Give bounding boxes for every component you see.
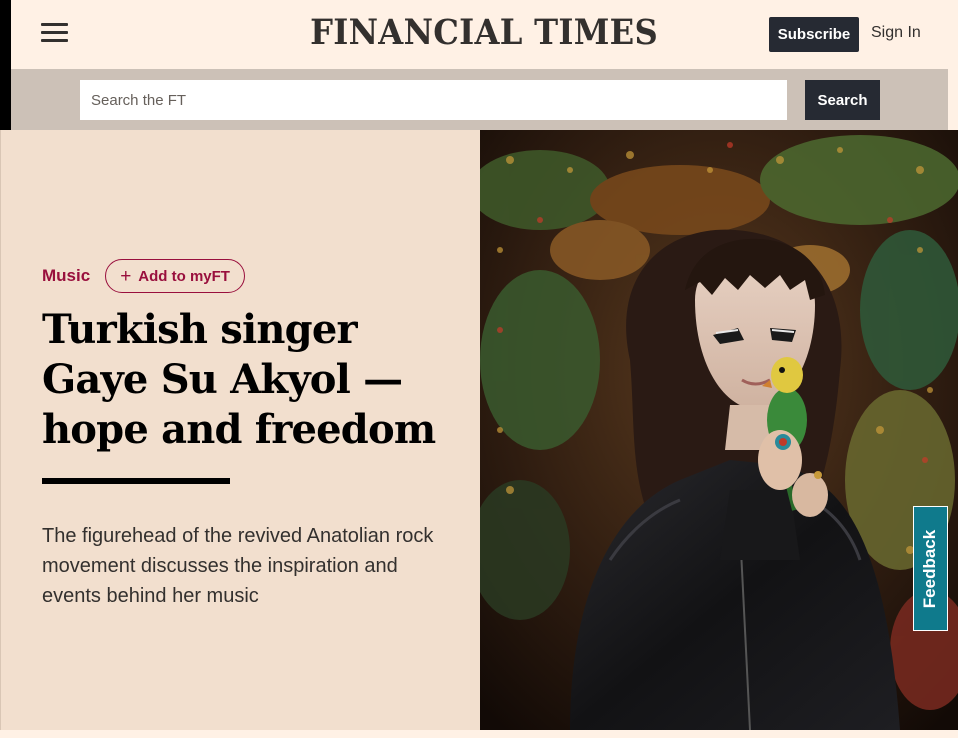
headline-rule: [42, 478, 230, 484]
topic-link-music[interactable]: Music: [42, 266, 90, 286]
add-to-myft-button[interactable]: + Add to myFT: [105, 259, 245, 293]
hero-text-panel: Music + Add to myFT Turkish singer Gaye …: [0, 130, 480, 730]
bottom-strip: [0, 730, 958, 738]
hero-image: [480, 130, 958, 730]
left-edge: [0, 0, 11, 130]
plus-icon: +: [120, 265, 132, 287]
search-bar: Search: [11, 69, 948, 130]
add-to-myft-label: Add to myFT: [138, 267, 230, 285]
article-standfirst: The figurehead of the revived Anatolian …: [42, 525, 434, 607]
search-button[interactable]: Search: [805, 80, 880, 120]
article-headline: Turkish singer Gaye Su Akyol — hope and …: [42, 306, 436, 453]
search-input[interactable]: [80, 80, 787, 120]
topic-row: Music + Add to myFT: [42, 259, 245, 293]
sign-in-link[interactable]: Sign In: [871, 24, 921, 42]
site-header: FINANCIAL TIMES Subscribe Sign In: [11, 0, 958, 69]
feedback-button[interactable]: Feedback: [913, 506, 948, 631]
feedback-label: Feedback: [920, 529, 940, 608]
site-logo-text: FINANCIAL TIMES: [310, 12, 659, 53]
subscribe-button[interactable]: Subscribe: [769, 17, 859, 52]
